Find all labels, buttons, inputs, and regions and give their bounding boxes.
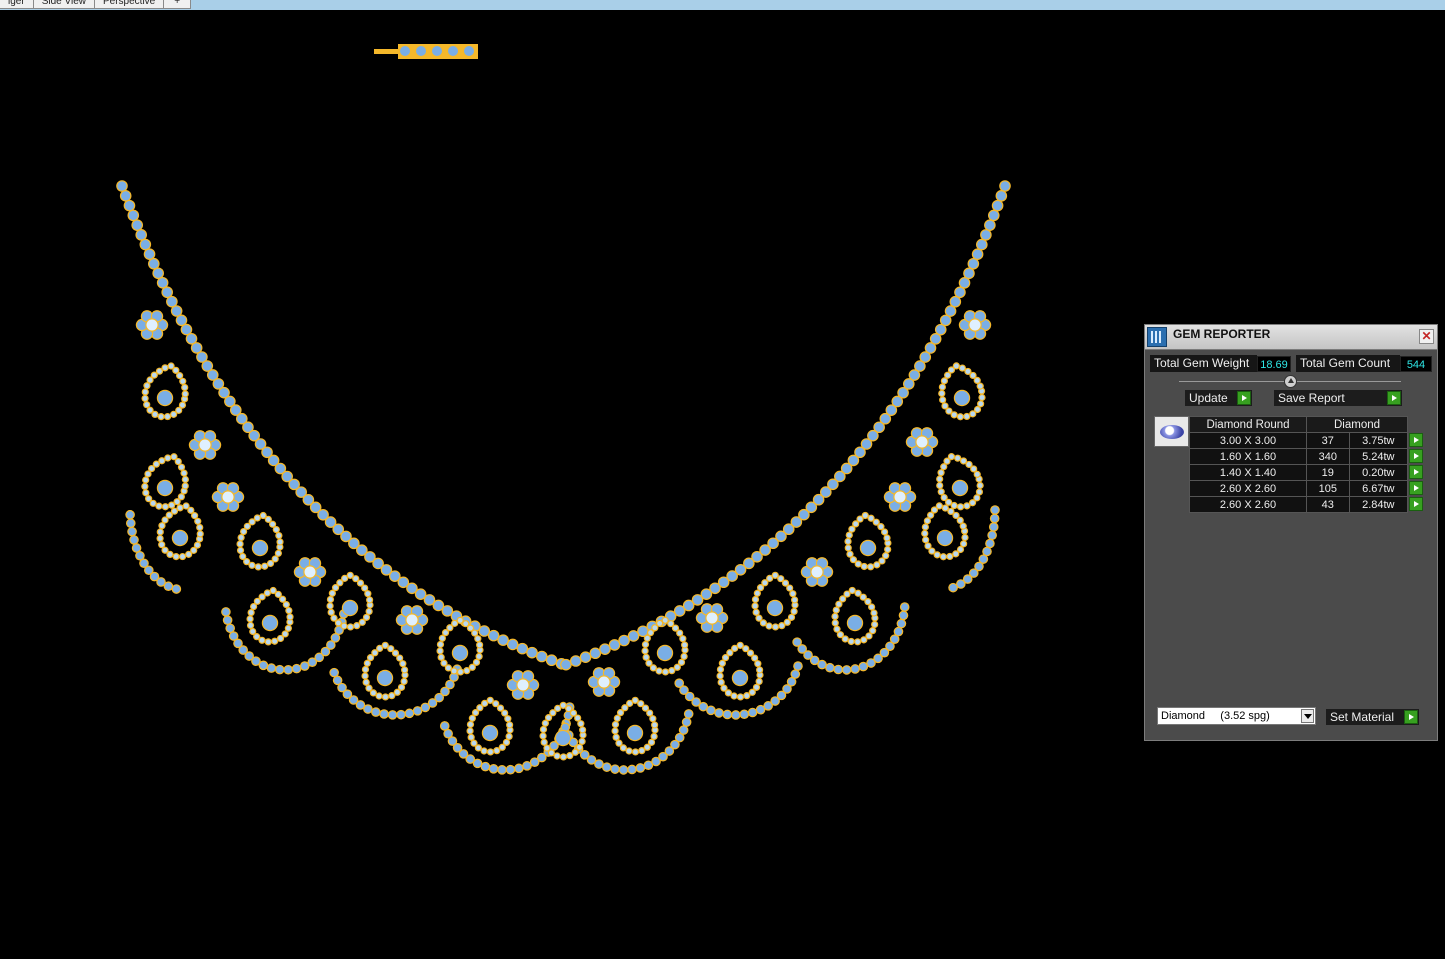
view-tabs: iger Side View Perspective + (0, 0, 192, 9)
tab-finger[interactable]: iger (0, 0, 34, 9)
gem-size-cell: 3.00 X 3.00 (1189, 432, 1307, 449)
play-arrow-icon (1404, 710, 1418, 724)
diamond-round-gem-icon[interactable] (1154, 416, 1189, 447)
chevron-down-icon[interactable] (1301, 709, 1314, 723)
row-select-button[interactable] (1407, 432, 1425, 449)
column-shape-header: Diamond Round (1189, 416, 1307, 433)
gem-weight-cell: 0.20tw (1348, 464, 1409, 481)
gem-size-cell: 2.60 X 2.60 (1189, 480, 1307, 497)
column-material-header: Diamond (1306, 416, 1408, 433)
gem-size-cell: 2.60 X 2.60 (1189, 496, 1307, 513)
table-row[interactable]: 3.00 X 3.00 37 3.75tw (1189, 432, 1425, 449)
add-view-tab-button[interactable]: + (164, 0, 192, 9)
row-select-button[interactable] (1407, 480, 1425, 497)
gem-weight-cell: 5.24tw (1348, 448, 1409, 465)
gem-count-cell: 37 (1306, 432, 1350, 449)
gem-weight-cell: 2.84tw (1348, 496, 1409, 513)
gem-size-cell: 1.60 X 1.60 (1189, 448, 1307, 465)
play-arrow-icon (1409, 432, 1423, 447)
total-gem-count-label: Total Gem Count (1296, 355, 1400, 372)
table-row[interactable]: 1.60 X 1.60 340 5.24tw (1189, 448, 1425, 465)
gem-table-header: Diamond Round Diamond (1189, 416, 1425, 433)
viewport-top-bar (0, 0, 1445, 10)
update-button-label: Update (1189, 391, 1228, 405)
necklace-model (116, 44, 1011, 775)
play-arrow-icon (1237, 391, 1251, 405)
gem-count-cell: 340 (1306, 448, 1350, 465)
row-select-button[interactable] (1407, 464, 1425, 481)
save-report-button[interactable]: Save Report (1274, 390, 1402, 406)
gem-reporter-panel: GEM REPORTER ✕ Total Gem Weight 18.69 To… (1144, 324, 1438, 741)
gem-reporter-title: GEM REPORTER (1173, 327, 1271, 341)
table-row[interactable]: 1.40 X 1.40 19 0.20tw (1189, 464, 1425, 481)
tab-perspective[interactable]: Perspective (94, 0, 165, 9)
play-arrow-icon (1409, 480, 1423, 495)
material-select[interactable]: Diamond (3.52 spg) (1157, 707, 1316, 725)
gem-weight-cell: 3.75tw (1348, 432, 1409, 449)
gem-table: Diamond Round Diamond 3.00 X 3.00 37 3.7… (1189, 416, 1425, 513)
play-arrow-icon (1409, 464, 1423, 479)
gem-size-cell: 1.40 X 1.40 (1189, 464, 1307, 481)
total-gem-count-value: 544 (1400, 356, 1432, 372)
total-gem-weight-label: Total Gem Weight (1150, 355, 1257, 372)
set-material-button[interactable]: Set Material (1326, 709, 1419, 725)
play-arrow-icon (1409, 496, 1423, 511)
material-select-value: Diamond (3.52 spg) (1161, 710, 1270, 722)
save-report-button-label: Save Report (1278, 391, 1345, 405)
gem-reporter-icon (1147, 327, 1167, 347)
gem-count-cell: 105 (1306, 480, 1350, 497)
close-icon[interactable]: ✕ (1419, 329, 1434, 344)
update-button[interactable]: Update (1185, 390, 1252, 406)
set-material-button-label: Set Material (1330, 710, 1395, 724)
gem-reporter-titlebar[interactable]: GEM REPORTER ✕ (1145, 325, 1437, 350)
gem-weight-cell: 6.67tw (1348, 480, 1409, 497)
tab-side-view[interactable]: Side View (33, 0, 95, 9)
play-arrow-icon (1409, 448, 1423, 463)
row-select-button[interactable] (1407, 496, 1425, 513)
table-row[interactable]: 2.60 X 2.60 105 6.67tw (1189, 480, 1425, 497)
panel-slider-knob[interactable] (1284, 375, 1297, 388)
gem-count-cell: 43 (1306, 496, 1350, 513)
table-row[interactable]: 2.60 X 2.60 43 2.84tw (1189, 496, 1425, 513)
play-arrow-icon (1387, 391, 1401, 405)
row-select-button[interactable] (1407, 448, 1425, 465)
total-gem-weight-value: 18.69 (1257, 356, 1291, 372)
gem-count-cell: 19 (1306, 464, 1350, 481)
